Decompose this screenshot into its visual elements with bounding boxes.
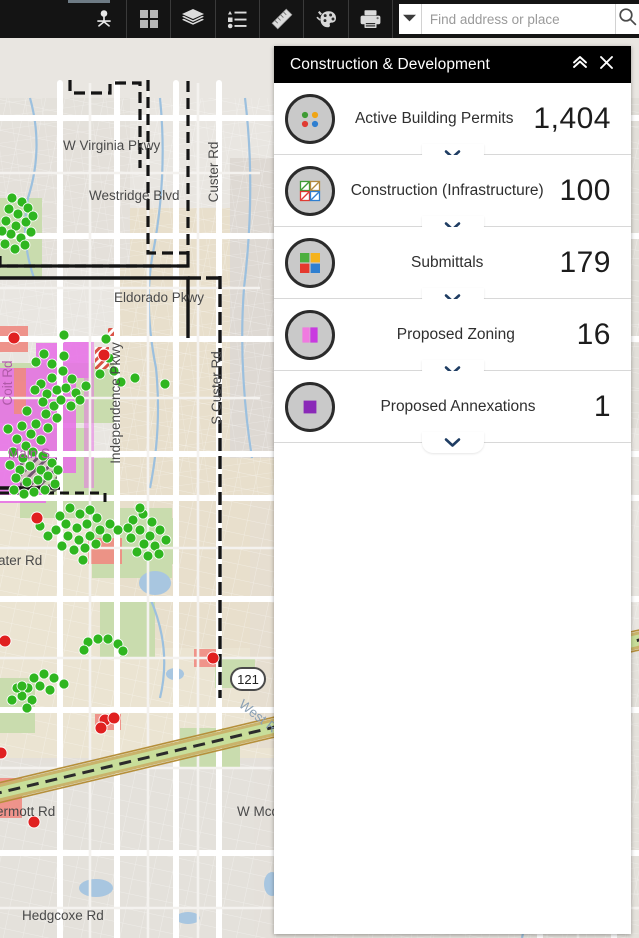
legend-button[interactable] [216,0,261,38]
svg-text:Westridge Blvd: Westridge Blvd [89,188,180,203]
list-item-label: Active Building Permits [354,109,514,127]
panel-close-button[interactable] [593,52,619,78]
basemap-gallery-icon [139,9,159,29]
my-location-button[interactable] [83,0,128,38]
search-icon [618,7,637,31]
row-divider [274,432,631,453]
close-icon [599,55,614,75]
list-item-count: 100 [559,173,611,207]
legend-icon [226,8,248,30]
svg-text:121: 121 [237,672,259,687]
svg-text:Main S: Main S [8,446,50,461]
draw-button[interactable] [304,0,349,38]
highway-shield-121: 121 [230,667,266,691]
chevron-down-icon [402,10,417,28]
layer-list-button[interactable] [171,0,216,38]
toolbar-left-spacer [0,0,83,38]
panel-header: Construction & Development [274,46,631,83]
svg-text:ater Rd: ater Rd [0,553,42,568]
svg-text:ermott Rd: ermott Rd [0,804,55,819]
svg-text:Independence Pkwy: Independence Pkwy [108,342,123,464]
svg-text:Coit Rd: Coit Rd [0,360,15,405]
panel-title: Construction & Development [290,55,490,73]
print-button[interactable] [349,0,393,38]
panel-collapse-button[interactable] [567,52,593,78]
measure-ruler-icon [271,8,293,30]
list-item-count: 1 [593,389,611,423]
svg-text:Custer Rd: Custer Rd [206,142,221,203]
search-input[interactable] [421,4,615,34]
basemap-gallery-button[interactable] [127,0,172,38]
svg-text:Hedgcoxe Rd: Hedgcoxe Rd [22,908,104,923]
print-icon [359,8,382,30]
list-item-expand-toggle[interactable] [421,432,484,453]
top-toolbar [0,0,639,38]
svg-text:W Virginia Pkwy: W Virginia Pkwy [63,138,161,153]
list-item-label: Construction (Infrastructure) [350,181,544,199]
list-item-count: 16 [576,317,611,351]
my-location-icon [93,8,115,30]
svg-text:S Custer Rd: S Custer Rd [209,351,224,425]
active-tab-indicator [68,0,110,3]
color-squares-icon [285,237,335,288]
chevron-double-up-icon [571,54,589,75]
list-item-count: 1,404 [533,101,611,135]
svg-text:Eldorado Pkwy: Eldorado Pkwy [114,290,204,305]
list-item-label: Proposed Zoning [396,325,515,343]
draw-palette-icon [315,8,337,30]
svg-text:W Mcd: W Mcd [237,804,279,819]
search-bar [398,4,639,34]
search-submit-button[interactable] [614,4,639,34]
measure-button[interactable] [260,0,305,38]
two-bars-icon [285,309,335,360]
search-source-dropdown[interactable] [399,4,422,34]
list-item-count: 179 [559,245,611,279]
list-item-label: Submittals [411,253,484,271]
multi-color-dots-icon [285,93,335,144]
single-square-icon [285,381,335,432]
layers-icon [181,8,205,30]
hatched-squares-icon [285,165,335,216]
list-item-label: Proposed Annexations [380,397,536,415]
construction-development-panel: Construction & Development Active Buildi… [274,46,631,934]
panel-body: Active Building Permits 1,404 Constructi… [274,83,631,934]
gis-web-app: 121 W Virginia Pkwy Westridge Blvd Custe… [0,0,639,938]
chevron-down-icon [444,437,461,448]
